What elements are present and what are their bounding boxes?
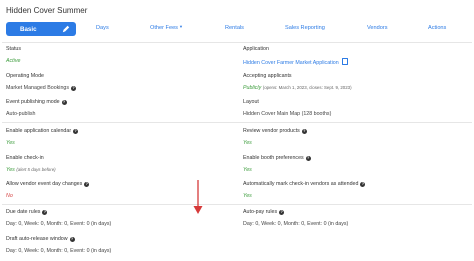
enable-application-calendar-value: Yes: [6, 140, 15, 146]
event-publishing-mode-value: Auto-publish: [6, 111, 36, 117]
auto-mark-check-in-value: Yes: [243, 193, 252, 199]
operating-mode-field: Market Managed Bookings?: [6, 85, 77, 91]
allow-vendor-event-day-changes-field: Allow vendor event day changes?: [6, 181, 90, 187]
application-label: Application: [243, 46, 269, 52]
review-vendor-products-label: Review vendor products: [243, 128, 300, 134]
enable-booth-preferences-value: Yes: [243, 167, 252, 173]
tab-sales-reporting[interactable]: Sales Reporting: [285, 25, 325, 31]
enable-check-in-value: Yes: [6, 167, 15, 173]
pencil-icon[interactable]: [62, 25, 70, 33]
tab-other-fees[interactable]: Other Fees▼: [150, 24, 183, 31]
draft-auto-release-window-value: Day: 0, Week: 0, Month: 0, Event: 0 (in …: [6, 248, 112, 254]
enable-check-in-field: Yes (alert 5 days before): [6, 167, 56, 173]
help-icon[interactable]: ?: [305, 156, 311, 161]
tab-basic[interactable]: Basic: [6, 22, 76, 36]
allow-vendor-event-day-changes-value: No: [6, 193, 13, 199]
enable-booth-preferences-label: Enable booth preferences: [243, 155, 304, 161]
tab-days[interactable]: Days: [96, 25, 109, 31]
nav-tabs: Basic Days Other Fees▼ Rentals Sales Rep…: [6, 22, 470, 36]
accepting-applicants-value: Publicly: [243, 85, 262, 91]
tab-actions[interactable]: Actions: [428, 25, 446, 31]
tab-basic-label: Basic: [20, 25, 37, 33]
accepting-applicants-detail: (opens: March 1, 2023, closes: Sept. 9, …: [262, 85, 352, 90]
tab-vendors[interactable]: Vendors: [367, 25, 388, 31]
accepting-applicants-field: Publicly (opens: March 1, 2023, closes: …: [243, 85, 352, 91]
enable-check-in-detail: (alert 5 days before): [16, 167, 56, 172]
status-label: Status: [6, 46, 22, 52]
due-date-rules-label: Due date rules: [6, 209, 41, 215]
help-icon[interactable]: ?: [279, 210, 285, 215]
enable-check-in-label: Enable check-in: [6, 155, 44, 161]
help-icon[interactable]: ?: [42, 210, 48, 215]
review-vendor-products-field: Review vendor products?: [243, 128, 307, 134]
allow-vendor-event-day-changes-label: Allow vendor event day changes: [6, 181, 83, 187]
tab-rentals[interactable]: Rentals: [225, 25, 244, 31]
review-vendor-products-value: Yes: [243, 140, 252, 146]
auto-pay-rules-value: Day: 0, Week: 0, Month: 0, Event: 0 (in …: [243, 221, 349, 227]
help-icon[interactable]: ?: [360, 182, 366, 187]
event-publishing-mode-field: Event publishing mode?: [6, 99, 67, 105]
auto-pay-rules-field: Auto-pay rules?: [243, 209, 285, 215]
divider: [2, 42, 472, 43]
application-link[interactable]: Hidden Cover Farmer Market Application: [243, 58, 348, 66]
application-value: Hidden Cover Farmer Market Application: [243, 60, 339, 66]
divider: [2, 122, 472, 123]
help-icon[interactable]: ?: [61, 100, 67, 105]
page-title: Hidden Cover Summer: [6, 6, 88, 15]
enable-booth-preferences-field: Enable booth preferences?: [243, 155, 311, 161]
enable-application-calendar-label: Enable application calendar: [6, 128, 72, 134]
layout-label: Layout: [243, 99, 259, 105]
help-icon[interactable]: ?: [73, 129, 79, 134]
auto-pay-rules-label: Auto-pay rules: [243, 209, 278, 215]
divider: [2, 204, 472, 205]
event-publishing-mode-label: Event publishing mode: [6, 99, 60, 105]
help-icon[interactable]: ?: [69, 237, 75, 242]
help-icon[interactable]: ?: [301, 129, 307, 134]
due-date-rules-field: Due date rules?: [6, 209, 48, 215]
document-icon[interactable]: [341, 58, 348, 65]
caret-down-icon: ▼: [178, 24, 183, 29]
draft-auto-release-window-field: Draft auto-release window?: [6, 236, 75, 242]
layout-value: Hidden Cover Main Map (128 booths): [243, 111, 332, 117]
arrow-down-icon: [193, 180, 203, 214]
operating-mode-value: Market Managed Bookings: [6, 85, 70, 91]
auto-mark-check-in-field: Automatically mark check-in vendors as a…: [243, 181, 366, 187]
help-icon[interactable]: ?: [84, 182, 90, 187]
status-value: Active: [6, 58, 21, 64]
operating-mode-label: Operating Mode: [6, 73, 44, 79]
accepting-applicants-label: Accepting applicants: [243, 73, 292, 79]
draft-auto-release-window-label: Draft auto-release window: [6, 236, 68, 242]
tab-other-fees-label: Other Fees: [150, 25, 178, 31]
due-date-rules-value: Day: 0, Week: 0, Month: 0, Event: 0 (in …: [6, 221, 112, 227]
enable-application-calendar-field: Enable application calendar?: [6, 128, 79, 134]
auto-mark-check-in-label: Automatically mark check-in vendors as a…: [243, 181, 359, 187]
help-icon[interactable]: ?: [71, 86, 77, 91]
